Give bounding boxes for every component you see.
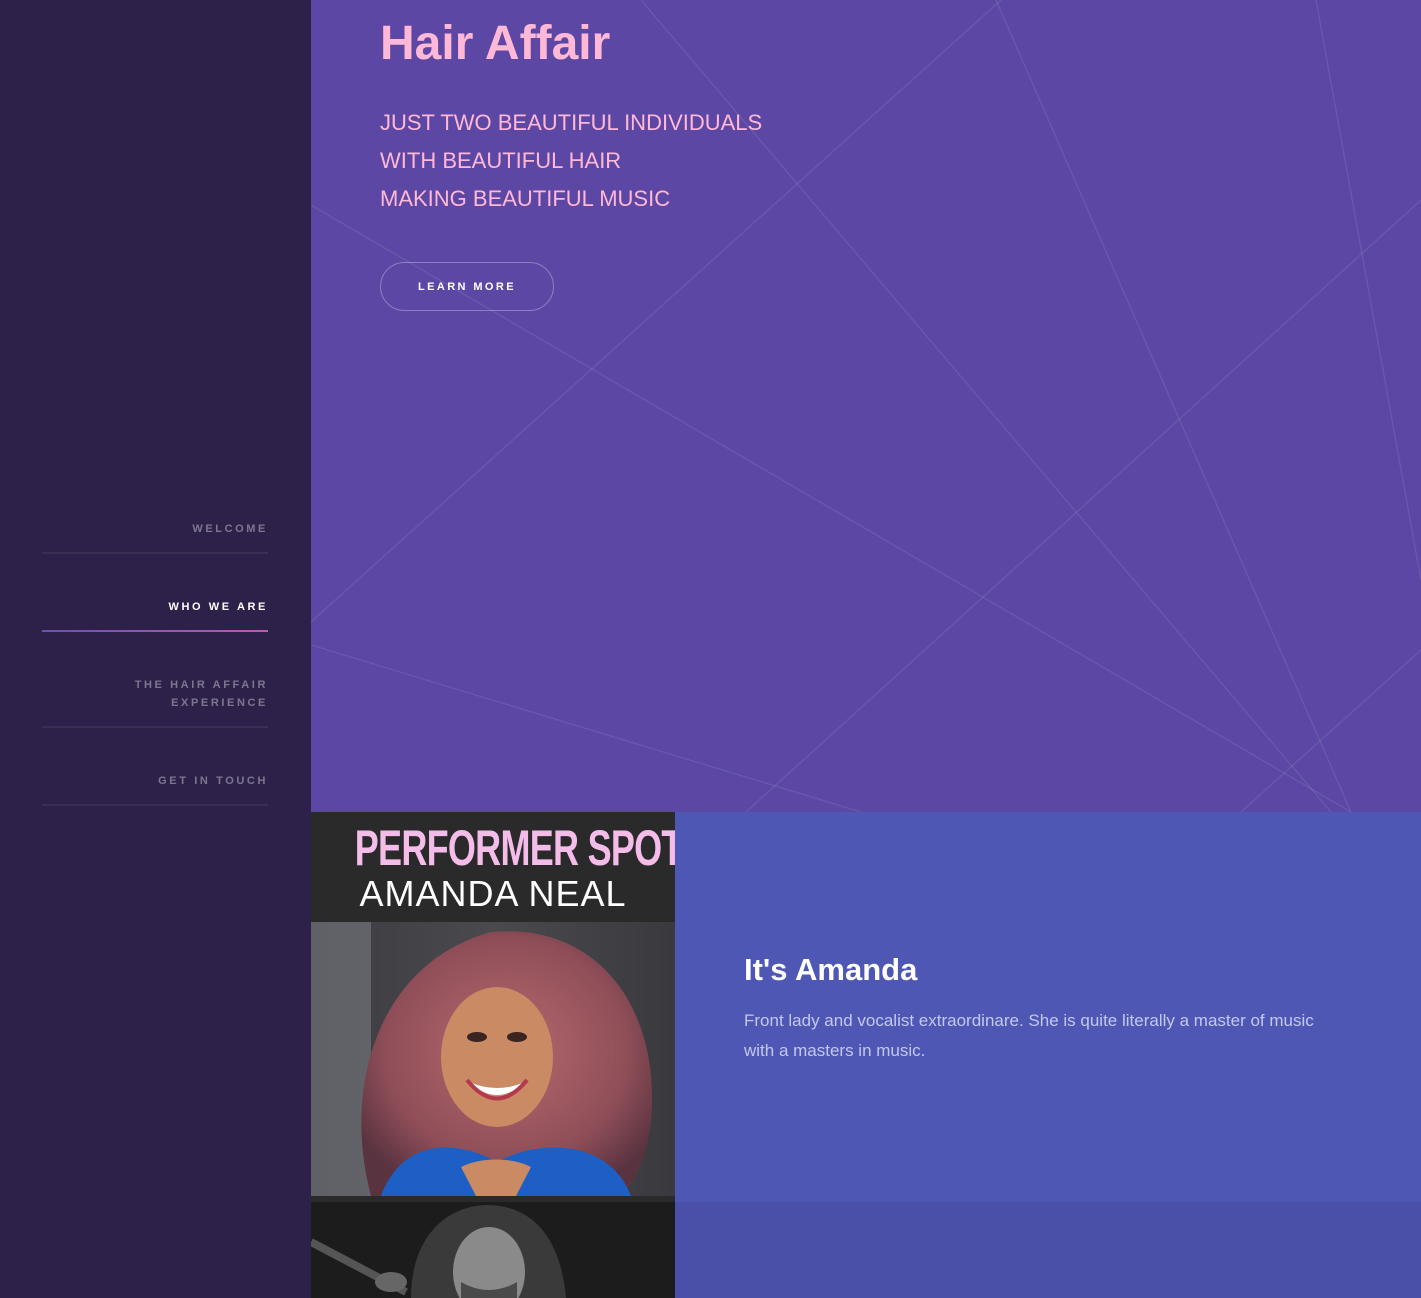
nav-item-welcome[interactable]: WELCOME	[42, 506, 268, 554]
next-performer-info	[675, 1202, 1421, 1298]
spotlight-description: Front lady and vocalist extraordinare. S…	[744, 1011, 1314, 1060]
sidebar: WELCOME WHO WE ARE THE HAIR AFFAIR EXPER…	[0, 0, 311, 1298]
performer-spotlight-image: PERFORMER SPOTLIGHT AMANDA NEAL	[311, 812, 675, 1202]
learn-more-button[interactable]: LEARN MORE	[380, 262, 554, 311]
tagline-line: WITH BEAUTIFUL HAIR	[380, 148, 622, 173]
next-performer-image	[311, 1202, 675, 1298]
nav-item-label-line1: THE HAIR AFFAIR	[134, 679, 268, 691]
hero-section: Hair Affair JUST TWO BEAUTIFUL INDIVIDUA…	[311, 0, 1421, 812]
tagline-line: JUST TWO BEAUTIFUL INDIVIDUALS	[380, 110, 763, 135]
nav-item-label-line2: EXPERIENCE	[171, 697, 268, 709]
guitarist-photo	[311, 1202, 675, 1298]
nav-item-get-in-touch[interactable]: GET IN TOUCH	[42, 758, 268, 806]
nav-item-hair-affair-experience[interactable]: THE HAIR AFFAIR EXPERIENCE	[42, 662, 268, 728]
nav-item-who-we-are[interactable]: WHO WE ARE	[42, 584, 268, 632]
poster-header: PERFORMER SPOTLIGHT AMANDA NEAL	[311, 812, 675, 922]
performer-spotlight-info: It's Amanda Front lady and vocalist extr…	[675, 812, 1421, 1202]
amanda-portrait-photo	[311, 922, 675, 1196]
hero-tagline: JUST TWO BEAUTIFUL INDIVIDUALS WITH BEAU…	[380, 104, 762, 218]
poster-name: AMANDA NEAL	[359, 873, 627, 914]
tagline-line: MAKING BEAUTIFUL MUSIC	[380, 186, 671, 211]
hero-title: Hair Affair	[380, 17, 611, 70]
sidebar-nav: WELCOME WHO WE ARE THE HAIR AFFAIR EXPER…	[42, 506, 268, 806]
spotlight-title: It's Amanda	[744, 952, 918, 987]
poster-title: PERFORMER SPOTLIGHT	[354, 820, 675, 876]
